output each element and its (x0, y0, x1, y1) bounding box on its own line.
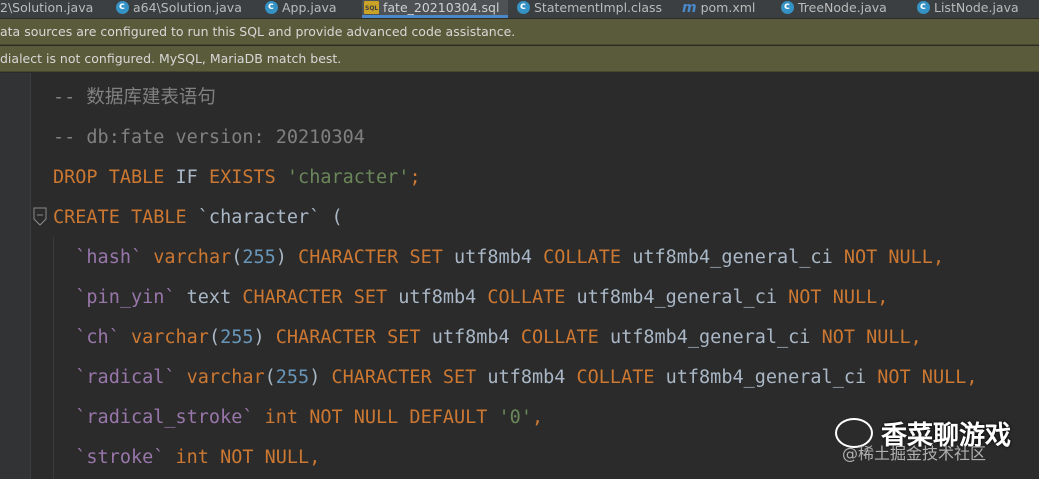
code-line-4: CREATE TABLE `character` ( (53, 207, 343, 228)
java-class-icon (517, 0, 530, 14)
tab-pom-xml[interactable]: m pom.xml (682, 0, 755, 18)
maven-icon: m (682, 0, 697, 16)
java-class-icon (917, 0, 930, 14)
code-line-3: DROP TABLE IF EXISTS 'character'; (53, 167, 421, 188)
tab-treenode-java[interactable]: TreeNode.java (781, 0, 887, 18)
code-line-7: `ch` varchar(255) CHARACTER SET utf8mb4 … (53, 327, 922, 348)
code-line-9: `radical_stroke` int NOT NULL DEFAULT '0… (53, 407, 544, 428)
code-line-6: `pin_yin` text CHARACTER SET utf8mb4 COL… (53, 287, 889, 308)
editor-tab-bar: 2\Solution.java a64\Solution.java App.ja… (0, 0, 1039, 19)
dialect-banner[interactable]: dialect is not configured. MySQL, MariaD… (0, 46, 1039, 72)
code-line-2: -- db:fate version: 20210304 (53, 127, 365, 148)
tab-statementimpl-class[interactable]: StatementImpl.class (517, 0, 662, 18)
datasource-banner[interactable]: ata sources are configured to run this S… (0, 19, 1039, 45)
java-class-icon (265, 0, 278, 14)
code-line-1: -- 数据库建表语句 (53, 87, 216, 108)
tab-solution-java-2[interactable]: a64\Solution.java (116, 0, 242, 18)
watermark-sub: @稀土掘金技术社区 (842, 444, 987, 463)
tab-listnode-java[interactable]: ListNode.java (917, 0, 1019, 18)
tab-app-java[interactable]: App.java (265, 0, 337, 18)
java-class-icon (781, 0, 794, 14)
code-line-5: `hash` varchar(255) CHARACTER SET utf8mb… (53, 247, 945, 268)
code-line-10: `stroke` int NOT NULL, (53, 447, 321, 468)
code-line-8: `radical` varchar(255) CHARACTER SET utf… (53, 367, 978, 388)
tab-fate-sql[interactable]: fate_20210304.sql (362, 0, 508, 18)
java-class-icon (116, 0, 129, 14)
editor-gutter (0, 73, 30, 479)
tab-solution-java-1[interactable]: 2\Solution.java (0, 0, 93, 18)
fold-icon[interactable] (33, 207, 47, 227)
sql-file-icon (364, 1, 379, 16)
gutter-divider (30, 73, 31, 479)
